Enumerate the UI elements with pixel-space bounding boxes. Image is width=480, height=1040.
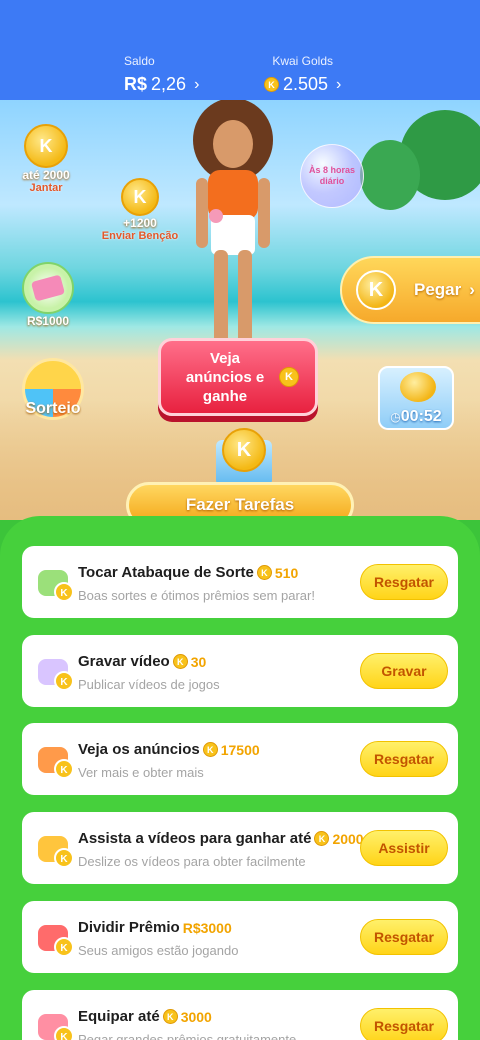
task-action-button[interactable]: Gravar — [360, 653, 448, 689]
task-card: K Veja os anúncios K 17500 Ver mais e obter … — [22, 723, 458, 795]
palm-tree-illustration — [360, 140, 420, 210]
jantar-amount: até 2000 — [22, 168, 70, 182]
bencao-label: Enviar Benção — [101, 230, 179, 242]
svg-text:K: K — [60, 943, 68, 954]
jantar-reward[interactable]: K até 2000 Jantar — [14, 124, 78, 194]
task-title-row: Veja os anúncios K 17500 — [78, 741, 260, 758]
saldo-section[interactable]: Saldo R$ 2,26 › — [124, 54, 199, 95]
saldo-label: Saldo — [124, 54, 155, 68]
svg-text:K: K — [60, 677, 68, 688]
task-description: Deslize os vídeos para obter facilmente — [78, 854, 306, 869]
kwai-coin-icon: K — [314, 831, 330, 846]
coin-stack-icon: K — [24, 124, 68, 168]
task-title-row: Gravar vídeo K 30 — [78, 653, 206, 670]
watch-ads-label: Veja anúncios e ganhe — [185, 349, 265, 405]
task-reward: 510 — [274, 564, 299, 581]
pegar-button[interactable]: K Pegar › — [340, 256, 480, 324]
bencao-amount: +1200 — [123, 216, 157, 230]
header-bar: Saldo R$ 2,26 › Kwai Golds K 2.505 › — [0, 0, 480, 100]
task-action-button[interactable]: Resgatar — [360, 919, 448, 955]
task-title: Tocar Atabaque de Sorte — [78, 564, 254, 581]
cash-amount: R$1000 — [26, 314, 70, 328]
drum-icon: K — [32, 560, 76, 604]
task-card: K Tocar Atabaque de Sorte K 510 Boas sortes … — [22, 546, 458, 618]
task-title-row: Dividir Prêmio R$3000 — [78, 919, 232, 936]
task-action-button[interactable]: Resgatar — [360, 741, 448, 777]
equip-gift-icon: K — [32, 1004, 76, 1040]
saldo-value: 2,26 — [151, 74, 187, 94]
fazer-tarefas-banner: Fazer Tarefas — [126, 482, 354, 520]
gift-icon: K — [32, 915, 76, 959]
chevron-right-icon[interactable]: › — [336, 76, 341, 94]
task-title: Gravar vídeo — [78, 653, 170, 670]
kwai-coin-icon: K — [162, 1009, 178, 1024]
golds-value: 2.505 — [283, 74, 329, 94]
task-card: K Gravar vídeo K 30 Publicar vídeos de jogos… — [22, 635, 458, 707]
coin-icon: K — [121, 178, 159, 216]
record-video-icon: K — [32, 649, 76, 693]
fazer-tarefas-label: Fazer Tarefas — [185, 495, 295, 514]
svg-text:K: K — [60, 1032, 68, 1040]
task-reward: R$3000 — [182, 919, 232, 936]
pegar-label: Pegar — [414, 280, 462, 299]
task-description: Pegar grandes prêmios gratuitamente — [78, 1032, 297, 1040]
kwai-coin-icon: K — [202, 742, 218, 757]
task-title: Assista a vídeos para ganhar até — [78, 830, 312, 847]
task-title-row: Assista a vídeos para ganhar até K 2000 — [78, 830, 364, 847]
task-action-button[interactable]: Assistir — [360, 830, 448, 866]
golds-label: Kwai Golds — [272, 54, 334, 68]
chevron-right-icon[interactable]: › — [194, 76, 199, 94]
task-reward: 17500 — [220, 741, 260, 758]
kwai-coin-icon: K — [264, 77, 279, 92]
currency-label: R$ — [124, 74, 148, 94]
chevron-right-icon: › — [469, 280, 475, 299]
tv-icon: K — [32, 737, 76, 781]
task-reward: 2000 — [332, 830, 364, 847]
kwai-coin-icon: K — [356, 270, 396, 310]
task-action-button[interactable]: Resgatar — [360, 564, 448, 600]
task-reward: 30 — [190, 653, 207, 670]
task-description: Boas sortes e ótimos prêmios sem parar! — [78, 588, 315, 603]
kwai-coin-icon: K — [279, 367, 299, 387]
task-title-row: Tocar Atabaque de Sorte K 510 — [78, 564, 298, 581]
jantar-label: Jantar — [29, 182, 63, 194]
task-title: Dividir Prêmio — [78, 919, 180, 936]
sorteio-label: Sorteio — [25, 400, 81, 417]
treasure-chest-illustration: K — [196, 428, 292, 486]
task-card: K Equipar até K 3000 Pegar grandes prêmios g… — [22, 990, 458, 1040]
camera-icon: K — [32, 826, 76, 870]
timer-chest[interactable]: ◷00:52 — [378, 366, 454, 430]
kwai-coin-icon: K — [222, 428, 266, 472]
timer-value: ◷00:52 — [380, 408, 452, 426]
task-card: K Dividir Prêmio R$3000 Seus amigos estão j… — [22, 901, 458, 973]
money-icon — [22, 262, 74, 314]
clock-icon: ◷ — [390, 410, 401, 424]
svg-text:K: K — [60, 854, 68, 865]
kwai-coin-icon: K — [256, 565, 272, 580]
beach-scene: K até 2000 Jantar K +1200 Enviar Benção … — [0, 100, 480, 520]
watch-ads-button[interactable]: Veja anúncios e ganhe K — [158, 338, 318, 416]
kwai-coin-icon: K — [172, 654, 188, 669]
cash-reward[interactable]: R$1000 — [18, 262, 78, 328]
daily-bubble[interactable]: Às 8 horas diário — [300, 144, 364, 208]
svg-text:K: K — [60, 588, 68, 599]
task-description: Seus amigos estão jogando — [78, 943, 239, 958]
svg-text:K: K — [60, 765, 68, 776]
golds-section[interactable]: Kwai Golds K 2.505 › — [264, 54, 341, 95]
task-description: Publicar vídeos de jogos — [78, 677, 220, 692]
task-title-row: Equipar até K 3000 — [78, 1008, 212, 1025]
timer-text: 00:52 — [400, 408, 442, 425]
task-card: K Assista a vídeos para ganhar até K 2000 De… — [22, 812, 458, 884]
task-title: Veja os anúncios — [78, 741, 200, 758]
task-description: Ver mais e obter mais — [78, 765, 204, 780]
coin-pile-icon — [400, 372, 436, 402]
bubble-text: Às 8 horas diário — [308, 165, 356, 186]
task-title: Equipar até — [78, 1008, 160, 1025]
bencao-reward[interactable]: K +1200 Enviar Benção — [98, 178, 182, 242]
task-reward: 3000 — [180, 1008, 212, 1025]
sorteio-button[interactable]: Sorteio — [18, 358, 88, 420]
task-action-button[interactable]: Resgatar — [360, 1008, 448, 1040]
